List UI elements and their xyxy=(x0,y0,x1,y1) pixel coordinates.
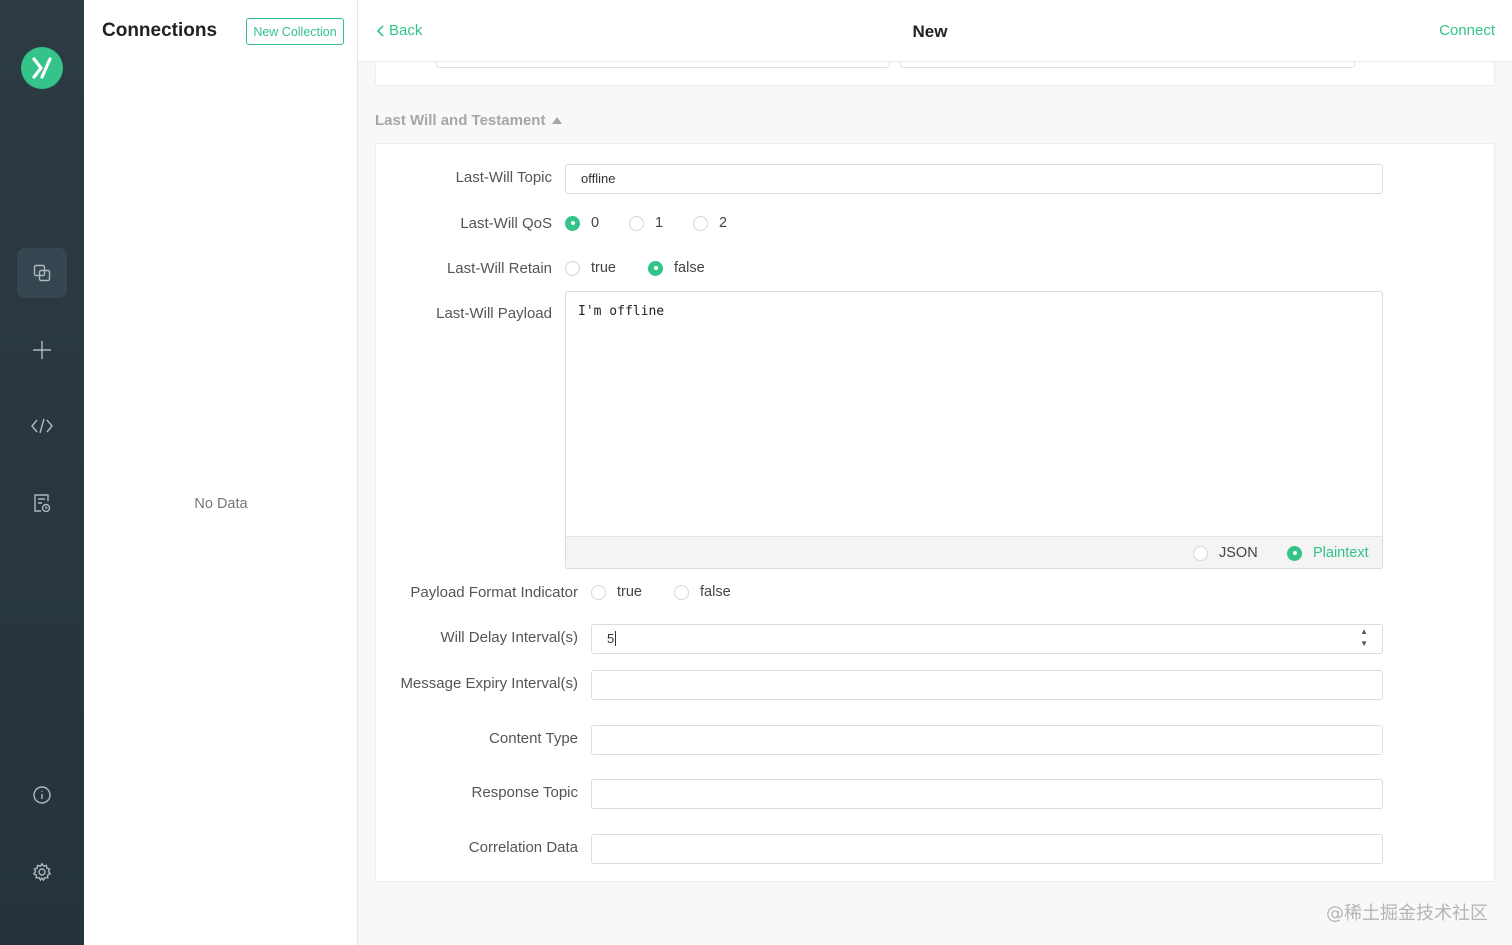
code-icon xyxy=(31,418,53,434)
page-header: Back New Connect xyxy=(358,0,1512,62)
pfi-false-label: false xyxy=(700,584,731,600)
radio-selected-icon xyxy=(1287,545,1302,561)
nav-new-connection-button[interactable] xyxy=(17,325,67,375)
gear-icon xyxy=(32,862,52,882)
radio-unselected-icon xyxy=(629,215,644,231)
previous-input-fragment xyxy=(900,62,1355,68)
radio-selected-icon xyxy=(648,260,663,276)
last-will-qos-label: Last-Will QoS xyxy=(460,215,552,232)
content-type-input[interactable] xyxy=(591,725,1383,755)
number-stepper[interactable]: ▲ ▼ xyxy=(1360,628,1368,648)
last-will-topic-input[interactable]: offline xyxy=(565,164,1383,194)
payload-format-indicator-radio-group: true false xyxy=(591,584,731,600)
correlation-data-label: Correlation Data xyxy=(468,839,578,856)
radio-unselected-icon xyxy=(1193,545,1208,561)
last-will-retain-radio-group: true false xyxy=(565,260,705,276)
will-delay-value: 5 xyxy=(607,631,615,646)
format-plaintext-label: Plaintext xyxy=(1313,545,1369,561)
text-caret xyxy=(615,631,617,646)
nav-settings-button[interactable] xyxy=(17,847,67,897)
lwt-section-toggle[interactable]: Last Will and Testament xyxy=(375,112,563,129)
format-plaintext-radio[interactable]: Plaintext xyxy=(1287,545,1369,561)
message-expiry-interval-label: Message Expiry Interval(s) xyxy=(400,675,578,692)
connections-panel: Connections New Collection No Data xyxy=(84,0,358,945)
page-title: New xyxy=(912,22,948,41)
nav-rail xyxy=(0,0,84,945)
watermark-text: @稀土掘金技术社区 xyxy=(1326,903,1488,924)
will-delay-interval-input[interactable]: 5 ▲ ▼ xyxy=(591,624,1383,654)
increment-icon[interactable]: ▲ xyxy=(1360,628,1368,636)
plus-icon xyxy=(33,341,51,359)
last-will-topic-label: Last-Will Topic xyxy=(455,169,552,186)
retain-true-label: true xyxy=(591,260,616,276)
response-topic-input[interactable] xyxy=(591,779,1383,809)
connect-button[interactable]: Connect xyxy=(1439,22,1495,39)
last-will-qos-radio-group: 0 1 2 xyxy=(565,215,727,231)
payload-format-radio-group: JSON Plaintext xyxy=(1193,545,1369,561)
new-collection-button[interactable]: New Collection xyxy=(246,18,344,45)
caret-up-icon xyxy=(552,117,563,124)
retain-false-label: false xyxy=(674,260,705,276)
will-delay-interval-label: Will Delay Interval(s) xyxy=(440,629,578,646)
radio-unselected-icon xyxy=(674,584,689,600)
nav-connections-button[interactable] xyxy=(17,248,67,298)
connections-title: Connections xyxy=(102,20,218,41)
qos-2-radio[interactable]: 2 xyxy=(693,215,727,231)
content-type-label: Content Type xyxy=(489,730,578,747)
previous-section-card xyxy=(375,62,1495,86)
response-topic-label: Response Topic xyxy=(471,784,578,801)
nav-log-button[interactable] xyxy=(17,478,67,528)
radio-unselected-icon xyxy=(565,260,580,276)
message-expiry-interval-input[interactable] xyxy=(591,670,1383,700)
qos-1-radio[interactable]: 1 xyxy=(629,215,693,231)
last-will-payload-editor[interactable]: I'm offline JSON Plaintext xyxy=(565,291,1383,569)
correlation-data-input[interactable] xyxy=(591,834,1383,864)
copy-icon xyxy=(33,264,51,282)
radio-unselected-icon xyxy=(591,584,606,600)
payload-format-indicator-label: Payload Format Indicator xyxy=(410,584,578,601)
app-logo-icon[interactable] xyxy=(21,47,63,89)
pfi-true-radio[interactable]: true xyxy=(591,584,674,600)
log-file-icon xyxy=(34,494,51,513)
format-json-label: JSON xyxy=(1219,545,1258,561)
qos-2-label: 2 xyxy=(719,215,728,231)
nav-script-button[interactable] xyxy=(17,401,67,451)
qos-1-label: 1 xyxy=(655,215,664,231)
retain-false-radio[interactable]: false xyxy=(648,260,705,276)
payload-text[interactable]: I'm offline xyxy=(578,304,664,319)
nav-about-button[interactable] xyxy=(17,770,67,820)
pfi-true-label: true xyxy=(617,584,642,600)
info-icon xyxy=(33,786,51,804)
format-json-radio[interactable]: JSON xyxy=(1193,545,1287,561)
qos-0-radio[interactable]: 0 xyxy=(565,215,629,231)
retain-true-radio[interactable]: true xyxy=(565,260,648,276)
radio-selected-icon xyxy=(565,215,580,231)
empty-state-text: No Data xyxy=(194,496,248,512)
qos-0-label: 0 xyxy=(591,215,600,231)
previous-input-fragment xyxy=(436,62,890,68)
lwt-section-title: Last Will and Testament xyxy=(375,112,546,129)
payload-format-bar: JSON Plaintext xyxy=(566,536,1382,568)
radio-unselected-icon xyxy=(693,215,708,231)
decrement-icon[interactable]: ▼ xyxy=(1360,640,1368,648)
last-will-payload-label: Last-Will Payload xyxy=(436,305,552,322)
pfi-false-radio[interactable]: false xyxy=(674,584,731,600)
last-will-retain-label: Last-Will Retain xyxy=(446,260,552,277)
mqttx-logo-icon xyxy=(32,57,52,79)
